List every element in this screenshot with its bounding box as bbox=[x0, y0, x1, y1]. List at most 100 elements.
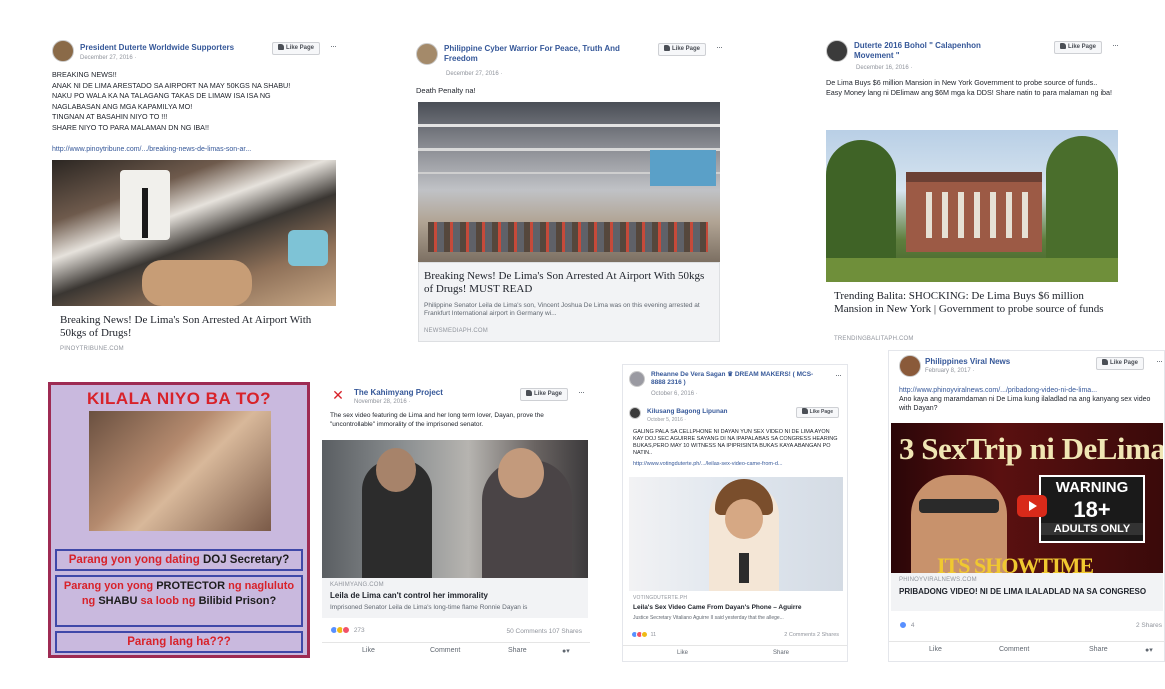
reaction-count[interactable]: 4 bbox=[899, 621, 914, 629]
more-options-icon[interactable]: ··· bbox=[1112, 41, 1119, 50]
more-options-icon[interactable]: ··· bbox=[716, 43, 722, 52]
like-page-button[interactable]: Like Page bbox=[657, 43, 706, 56]
reactions-dropdown-icon[interactable]: ●▾ bbox=[562, 647, 570, 655]
post-kahimyang: ✕ The Kahimyang Project November 28, 201… bbox=[322, 382, 590, 662]
post-text: The sex video featuring de Lima and her … bbox=[330, 412, 544, 428]
like-page-label: Like Page bbox=[809, 409, 833, 415]
link-description: Philippine Senator Leila de Lima's son, … bbox=[424, 302, 700, 317]
post-link[interactable]: http://www.phinoyviralnews.com/.../priba… bbox=[899, 386, 1097, 395]
like-page-button[interactable]: Like Page bbox=[1053, 41, 1102, 54]
meme-line-2-text-e: sa loob ng bbox=[137, 595, 199, 607]
post-date[interactable]: October 6, 2016 · bbox=[651, 390, 698, 398]
reaction-total: 11 bbox=[650, 632, 657, 638]
thumbs-up-icon bbox=[525, 390, 532, 396]
like-page-button[interactable]: Like Page bbox=[1095, 357, 1144, 370]
link-image-delima[interactable] bbox=[629, 477, 843, 591]
comments-shares[interactable]: 50 Comments 107 Shares bbox=[506, 628, 582, 635]
link-domain: TRENDINGBALITAPH.COM bbox=[834, 336, 914, 342]
page-avatar[interactable] bbox=[629, 371, 645, 387]
thumbs-up-icon bbox=[1059, 43, 1066, 49]
like-button[interactable]: Like bbox=[929, 646, 942, 653]
reaction-total: 273 bbox=[353, 627, 365, 634]
like-page-label: Like Page bbox=[671, 46, 700, 52]
warning-box: WARNING 18+ ADULTS ONLY bbox=[1039, 475, 1145, 543]
shared-page-avatar[interactable] bbox=[629, 407, 641, 419]
page-avatar[interactable]: ✕ bbox=[330, 388, 346, 404]
post-date[interactable]: December 27, 2016 · bbox=[80, 54, 136, 62]
meme-line-2-emph-b: PROTECTOR bbox=[156, 580, 226, 592]
meme-line-3: Parang lang ha??? bbox=[55, 631, 303, 653]
page-name[interactable]: Rheanne De Vera Sagan ♛ DREAM MAKERS! ( … bbox=[651, 371, 827, 387]
link-description: Imprisoned Senator Leila de Lima's long-… bbox=[330, 604, 528, 611]
post-text: De Lima Buys $6 million Mansion in New Y… bbox=[826, 78, 1113, 97]
post-bohol-movement: Duterte 2016 Bohol " Calapenhon Movement… bbox=[826, 38, 1122, 348]
like-button[interactable]: Like bbox=[362, 647, 375, 654]
link-image-arrest[interactable] bbox=[52, 160, 336, 306]
page-name[interactable]: President Duterte Worldwide Supporters bbox=[80, 43, 250, 53]
action-bar: Like Comment Share ●▾ bbox=[889, 641, 1164, 657]
page-avatar[interactable] bbox=[899, 355, 921, 377]
warning-label: WARNING bbox=[1055, 479, 1129, 496]
post-link[interactable]: http://www.votingduterte.ph/.../leilas-s… bbox=[633, 460, 782, 469]
post-date[interactable]: December 27, 2016 · bbox=[446, 70, 502, 78]
link-image-airport[interactable] bbox=[418, 102, 720, 262]
link-domain: KAHIMYANG.COM bbox=[330, 582, 384, 588]
more-options-icon[interactable]: ··· bbox=[835, 371, 842, 380]
link-title[interactable]: Breaking News! De Lima's Son Arrested At… bbox=[424, 270, 714, 296]
meme-photo bbox=[89, 411, 271, 531]
post-date[interactable]: November 28, 2016 · bbox=[354, 398, 410, 406]
video-thumbnail[interactable]: 3 SexTrip ni DeLima WARNING 18+ ADULTS O… bbox=[891, 423, 1163, 573]
link-title[interactable]: Leila de Lima can't control her immorali… bbox=[330, 591, 588, 601]
link-image-senate[interactable] bbox=[322, 440, 588, 578]
meme-line-2: Parang yon yong PROTECTOR ng nagluluto n… bbox=[55, 575, 303, 627]
like-reaction-icon bbox=[899, 621, 907, 629]
post-link[interactable]: http://www.pinoytribune.com/.../breaking… bbox=[52, 145, 251, 154]
link-title[interactable]: Trending Balita: SHOCKING: De Lima Buys … bbox=[834, 290, 1118, 316]
page-name[interactable]: The Kahimyang Project bbox=[354, 388, 500, 398]
page-avatar[interactable] bbox=[416, 43, 438, 65]
like-page-label: Like Page bbox=[1067, 44, 1096, 50]
shared-post-date[interactable]: October 5, 2016 · bbox=[647, 416, 686, 424]
page-name[interactable]: Philippines Viral News bbox=[925, 357, 1074, 367]
link-title[interactable]: PRIBADONG VIDEO! NI DE LIMA ILALADLAD NA… bbox=[899, 587, 1155, 597]
thumbs-up-icon bbox=[663, 45, 670, 51]
comment-button[interactable]: Comment bbox=[999, 646, 1029, 653]
reaction-count[interactable]: 273 bbox=[330, 626, 365, 634]
like-page-button[interactable]: Like Page bbox=[519, 388, 568, 401]
link-title[interactable]: Breaking News! De Lima's Son Arrested At… bbox=[60, 314, 340, 340]
like-page-label: Like Page bbox=[533, 391, 562, 397]
like-page-label: Like Page bbox=[1109, 360, 1138, 366]
post-text: Death Penalty na! bbox=[416, 86, 476, 95]
reaction-count[interactable]: 11 bbox=[631, 631, 656, 638]
share-count[interactable]: 2 Shares bbox=[1136, 622, 1162, 629]
share-button[interactable]: Share bbox=[1089, 646, 1108, 653]
meme-line-1: Parang yon yong dating DOJ Secretary? bbox=[55, 549, 303, 571]
post-date[interactable]: February 8, 2017 · bbox=[925, 367, 974, 375]
share-button[interactable]: Share bbox=[773, 650, 789, 656]
post-date[interactable]: December 16, 2016 · bbox=[856, 64, 912, 72]
page-name[interactable]: Philippine Cyber Warrior For Peace, Trut… bbox=[444, 44, 634, 64]
page-avatar[interactable] bbox=[826, 40, 848, 62]
link-domain: VOTINGDUTERTE.PH bbox=[633, 595, 688, 601]
more-options-icon[interactable]: ··· bbox=[578, 388, 585, 397]
comments-shares[interactable]: 2 Comments 2 Shares bbox=[784, 632, 839, 638]
link-title[interactable]: Leila's Sex Video Came From Dayan's Phon… bbox=[633, 603, 843, 613]
comment-button[interactable]: Comment bbox=[430, 647, 460, 654]
link-description: Justice Secretary Vitaliano Aguirre II s… bbox=[633, 615, 784, 621]
reactions-dropdown-icon[interactable]: ●▾ bbox=[1145, 646, 1153, 654]
post-cyber-warrior: Philippine Cyber Warrior For Peace, Trut… bbox=[416, 40, 722, 344]
link-image-mansion[interactable] bbox=[826, 130, 1118, 282]
reaction-total: 4 bbox=[910, 622, 915, 629]
page-avatar[interactable] bbox=[52, 40, 74, 62]
link-domain: PHINOYVIRALNEWS.COM bbox=[899, 577, 977, 583]
share-button[interactable]: Share bbox=[508, 647, 527, 654]
post-text: BREAKING NEWS!! ANAK NI DE LIMA ARESTADO… bbox=[52, 70, 291, 132]
like-page-button[interactable]: Like Page bbox=[795, 407, 839, 418]
more-options-icon[interactable]: ··· bbox=[330, 42, 337, 51]
play-icon[interactable] bbox=[1017, 495, 1047, 517]
like-button[interactable]: Like bbox=[677, 650, 688, 656]
page-name[interactable]: Duterte 2016 Bohol " Calapenhon Movement… bbox=[854, 41, 1014, 61]
more-options-icon[interactable]: ··· bbox=[1156, 357, 1163, 366]
like-page-button[interactable]: Like Page bbox=[271, 42, 320, 55]
meme-headline: KILALA NIYO BA TO? bbox=[86, 389, 272, 408]
